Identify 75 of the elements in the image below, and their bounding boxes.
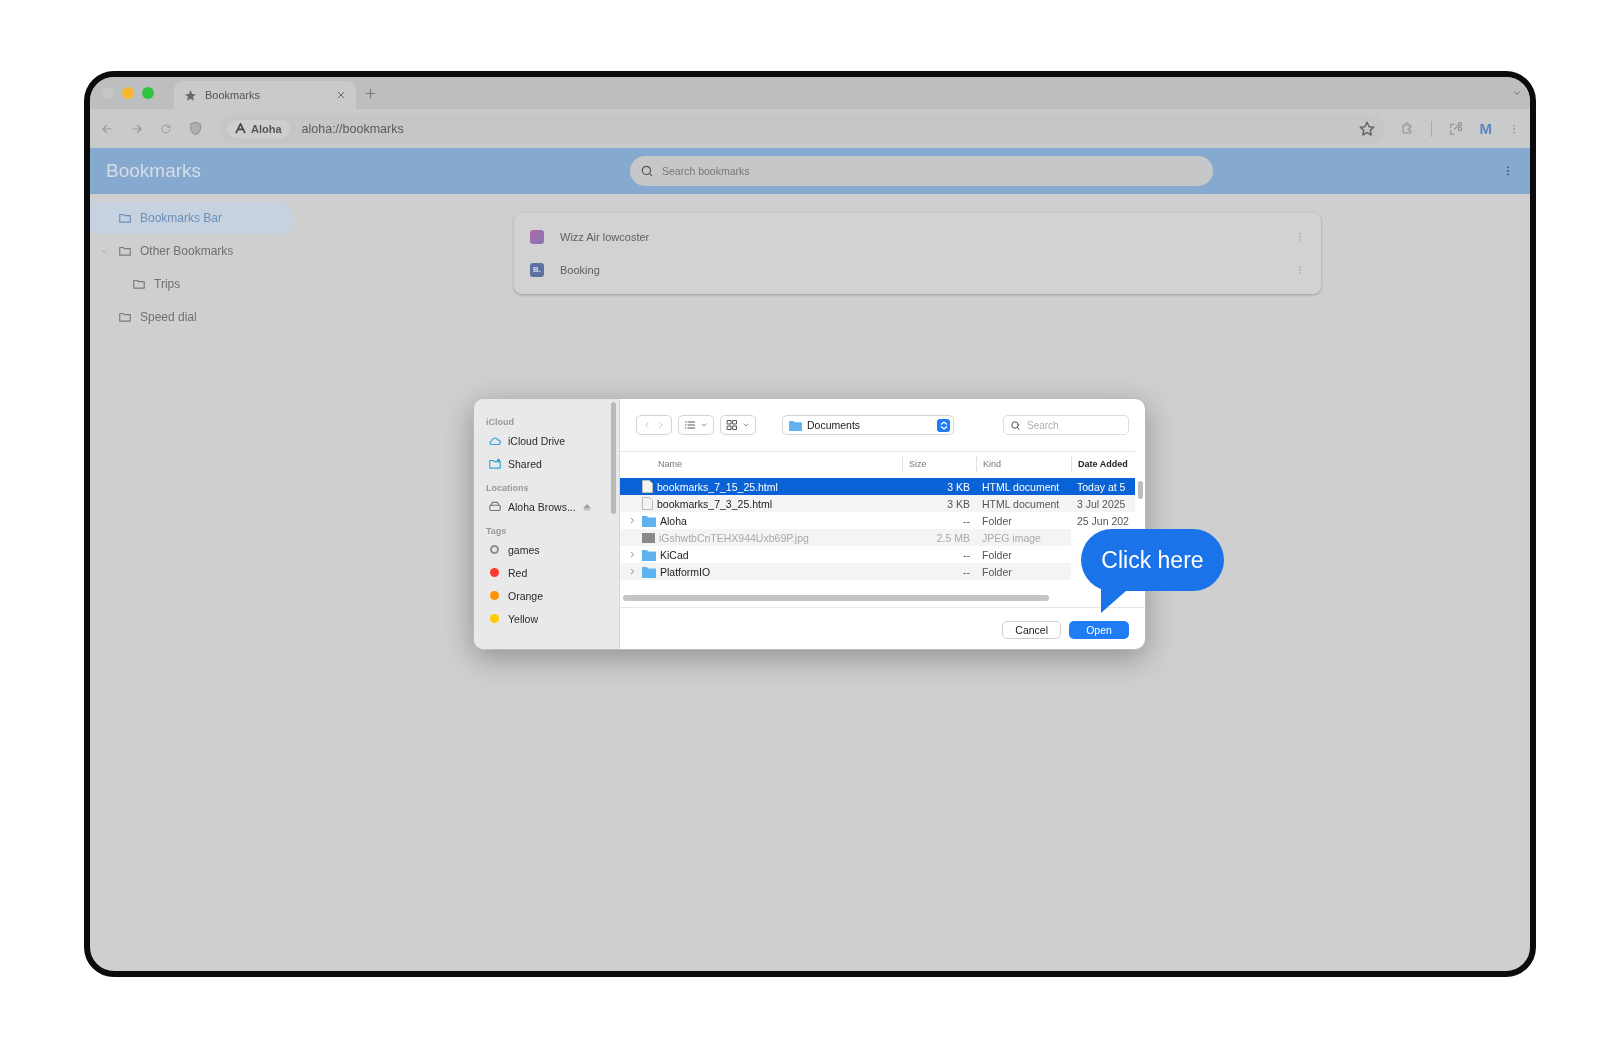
document-icon — [642, 497, 653, 510]
file-row[interactable]: bookmarks_7_3_25.html 3 KB HTML document 3 Jul 2025 — [620, 495, 1135, 512]
grid-view-button[interactable] — [720, 415, 756, 435]
search-field[interactable]: Search bookmarks — [660, 164, 1203, 178]
column-header[interactable]: Date Added — [1071, 455, 1135, 472]
folder-item[interactable]: Speed dial — [90, 301, 294, 333]
bookmark-row[interactable]: B. Booking — [514, 253, 1321, 286]
site-favicon-icon — [530, 230, 544, 245]
search-icon — [640, 164, 654, 178]
url-text[interactable]: aloha://bookmarks — [301, 121, 1346, 136]
aloha-logo-icon — [235, 123, 246, 134]
folder-icon — [118, 310, 132, 324]
sidebar-item[interactable]: Shared — [486, 452, 619, 475]
back-icon — [642, 420, 652, 430]
site-chip[interactable]: Aloha — [227, 119, 290, 138]
page-title: Bookmarks — [106, 160, 203, 182]
column-header[interactable]: Size — [902, 455, 976, 472]
section-heading: iCloud — [486, 417, 515, 427]
open-button[interactable]: Open — [1069, 620, 1129, 639]
zoom-window-button[interactable] — [142, 87, 154, 99]
browser-tab[interactable]: Bookmarks — [174, 81, 356, 109]
sidebar-item[interactable]: Red — [486, 561, 619, 584]
folder-icon — [642, 548, 656, 561]
shield-icon[interactable] — [188, 121, 203, 136]
bookmark-row[interactable]: Wizz Air lowcoster — [514, 221, 1321, 254]
sidebar-item[interactable]: Aloha Brows... — [486, 495, 619, 518]
sidebar-item[interactable]: iCloud Drive — [486, 429, 619, 452]
forward-icon — [656, 420, 666, 430]
share-icon[interactable] — [1447, 120, 1464, 137]
drive-icon — [488, 499, 502, 514]
folder-item[interactable]: Other Bookmarks — [90, 235, 294, 267]
eject-icon[interactable] — [581, 501, 592, 512]
file-row[interactable]: PlatformIO -- Folder — [620, 563, 1071, 580]
letter-favicon-icon: B. — [530, 262, 544, 277]
search-icon — [1010, 419, 1021, 431]
bookmark-star-icon[interactable] — [1357, 119, 1376, 138]
new-tab-icon[interactable] — [364, 86, 377, 100]
grid-icon — [726, 419, 738, 431]
close-icon[interactable] — [336, 90, 346, 100]
search-box[interactable]: Search — [1003, 415, 1129, 435]
folder-icon — [642, 514, 656, 527]
scrollbar[interactable] — [1138, 481, 1143, 499]
image-file-icon — [642, 532, 655, 543]
back-forward-control[interactable] — [636, 415, 672, 435]
minimize-window-button[interactable] — [122, 87, 134, 99]
chevron-down-icon — [700, 421, 708, 429]
folder-icon — [118, 244, 132, 258]
sidebar-item[interactable]: Orange — [486, 584, 619, 607]
column-header[interactable]: Kind — [976, 455, 1071, 472]
sidebar-item[interactable]: games — [486, 538, 619, 561]
chevron-right-icon — [628, 516, 637, 525]
section-heading: Tags — [486, 526, 508, 536]
list-icon — [684, 419, 696, 431]
folder-icon — [789, 419, 802, 431]
cancel-button[interactable]: Cancel — [1002, 620, 1061, 639]
stepper-icon — [937, 418, 950, 432]
file-row[interactable]: bookmarks_7_15_25.html 3 KB HTML document Today at 5 — [620, 478, 1135, 495]
chevron-down-icon[interactable] — [1512, 88, 1522, 98]
shared-folder-icon — [488, 456, 502, 471]
location-popup[interactable]: Documents — [782, 415, 954, 435]
document-icon — [642, 480, 653, 493]
scrollbar[interactable] — [623, 595, 1049, 601]
folder-item[interactable]: Trips — [90, 268, 294, 300]
search-bar[interactable]: Search bookmarks — [630, 156, 1213, 186]
folder-icon — [132, 277, 146, 291]
column-header[interactable]: Name — [620, 455, 902, 472]
folder-icon — [118, 211, 132, 225]
sidebar-item[interactable]: Yellow — [486, 607, 619, 630]
scrollbar[interactable] — [611, 402, 616, 514]
section-heading: Locations — [486, 483, 530, 493]
chevron-down-icon — [742, 421, 750, 429]
folder-icon — [642, 565, 656, 578]
list-view-button[interactable] — [678, 415, 714, 435]
reload-icon[interactable] — [160, 122, 172, 135]
star-icon — [184, 88, 197, 102]
